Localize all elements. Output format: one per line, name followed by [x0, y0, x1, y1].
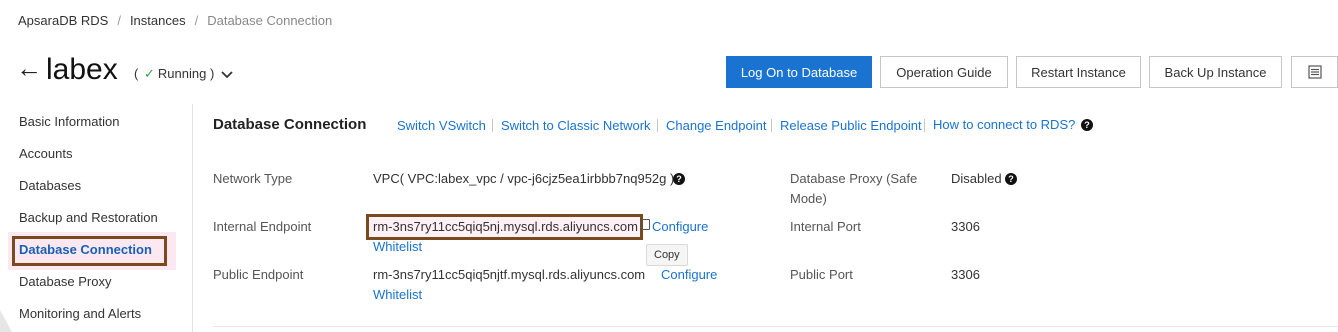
status-selector[interactable]: ( ✓ Running ) [134, 66, 233, 82]
public-endpoint-value[interactable]: rm-3ns7ry11cc5qiq5njtf.mysql.rds.aliyunc… [373, 267, 645, 282]
status-paren-open: ( [134, 66, 139, 81]
breadcrumb-separator: / [194, 13, 199, 28]
page-title: labex [46, 53, 118, 86]
release-public-endpoint-link[interactable]: Release Public Endpoint [780, 118, 922, 133]
check-icon: ✓ [143, 66, 155, 81]
database-proxy-value: Disabled [951, 171, 1002, 186]
link-separator [492, 119, 493, 132]
decorative-corner [0, 310, 12, 332]
public-configure-whitelist-link[interactable]: Configure [661, 267, 717, 282]
help-icon[interactable]: ? [1005, 173, 1017, 185]
network-type-label: Network Type [213, 171, 293, 186]
status-label: Running [157, 66, 207, 81]
public-port-label: Public Port [790, 267, 853, 282]
database-proxy-label-cont: Mode) [790, 191, 827, 206]
sidebar-item-monitoring-and-alerts[interactable]: Monitoring and Alerts [19, 306, 141, 321]
network-type-value: VPC( VPC:labex_vpc / vpc-j6cjz5ea1irbbb7… [373, 171, 675, 186]
highlight-box-database-connection [12, 236, 167, 266]
section-divider [213, 326, 1338, 327]
switch-vswitch-link[interactable]: Switch VSwitch [397, 118, 486, 133]
restart-instance-button[interactable]: Restart Instance [1016, 56, 1141, 88]
internal-port-value: 3306 [951, 219, 980, 234]
switch-to-classic-network-link[interactable]: Switch to Classic Network [501, 118, 651, 133]
more-actions-button[interactable] [1291, 56, 1338, 88]
sidebar-item-basic-information[interactable]: Basic Information [19, 114, 119, 129]
copy-icon[interactable] [641, 219, 650, 230]
sidebar-divider [192, 104, 193, 332]
change-endpoint-link[interactable]: Change Endpoint [666, 118, 766, 133]
copy-tooltip: Copy [646, 244, 688, 266]
breadcrumb-instances[interactable]: Instances [130, 13, 186, 28]
section-title: Database Connection [213, 116, 367, 133]
internal-whitelist-link[interactable]: Whitelist [373, 239, 422, 254]
internal-endpoint-value[interactable]: rm-3ns7ry11cc5qiq5nj.mysql.rds.aliyuncs.… [373, 219, 638, 234]
public-whitelist-link[interactable]: Whitelist [373, 287, 422, 302]
public-port-value: 3306 [951, 267, 980, 282]
back-arrow-icon[interactable]: ← [16, 55, 42, 81]
help-icon[interactable]: ? [1081, 119, 1093, 131]
database-proxy-label: Database Proxy (Safe [790, 171, 918, 186]
status-paren-close: ) [209, 66, 215, 81]
internal-configure-whitelist-link[interactable]: Configure [652, 219, 708, 234]
chevron-down-icon [218, 69, 233, 81]
sidebar-item-backup-and-restoration[interactable]: Backup and Restoration [19, 210, 158, 225]
sidebar-item-accounts[interactable]: Accounts [19, 146, 72, 161]
operation-guide-button[interactable]: Operation Guide [880, 56, 1008, 88]
how-to-connect-link[interactable]: How to connect to RDS? [933, 117, 1075, 132]
breadcrumb-apsaradb-rds[interactable]: ApsaraDB RDS [18, 13, 108, 28]
breadcrumb-current: Database Connection [207, 13, 333, 28]
list-icon [1307, 65, 1322, 79]
breadcrumb-separator: / [117, 13, 121, 28]
help-icon[interactable]: ? [673, 173, 685, 185]
link-separator [657, 119, 658, 132]
internal-port-label: Internal Port [790, 219, 861, 234]
link-separator [771, 119, 772, 132]
internal-endpoint-label: Internal Endpoint [213, 219, 312, 234]
link-separator [924, 119, 925, 132]
sidebar-item-database-proxy[interactable]: Database Proxy [19, 274, 112, 289]
public-endpoint-label: Public Endpoint [213, 267, 304, 282]
sidebar-item-databases[interactable]: Databases [19, 178, 81, 193]
breadcrumb: ApsaraDB RDS / Instances / Database Connecti… [18, 13, 332, 28]
log-on-to-database-button[interactable]: Log On to Database [726, 56, 872, 88]
back-up-instance-button[interactable]: Back Up Instance [1149, 56, 1282, 88]
